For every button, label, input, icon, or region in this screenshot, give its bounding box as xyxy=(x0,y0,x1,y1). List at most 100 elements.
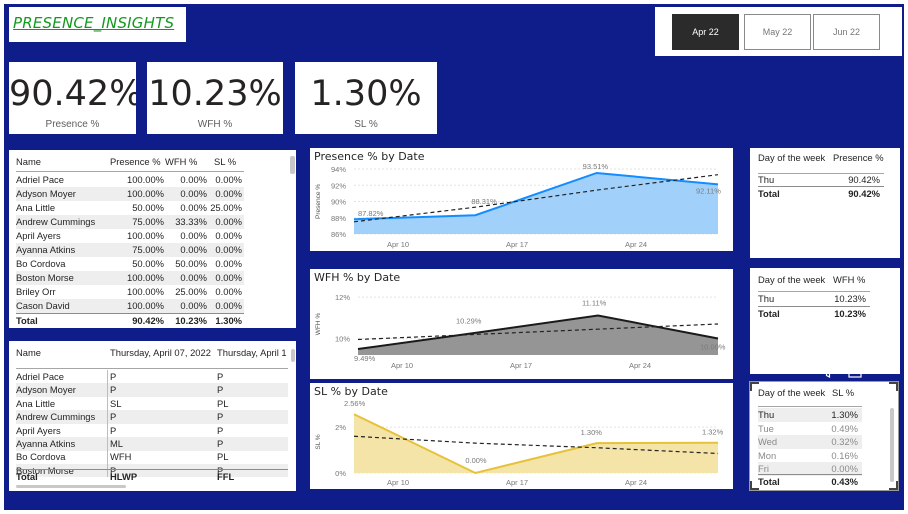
dow-sl-col-day[interactable]: Day of the week xyxy=(758,386,825,400)
matrix-column-date-2[interactable]: Thursday, April 1 xyxy=(217,346,287,360)
column-header-sl[interactable]: SL % xyxy=(214,155,236,169)
dow-sl-total-label: Total xyxy=(758,476,780,487)
matrix-cell-name: Adriel Pace xyxy=(16,371,64,382)
table-row[interactable]: Adyson Moyer 100.00% 0.00% 0.00% xyxy=(16,187,244,201)
x-tick-label: Apr 10 xyxy=(387,478,409,487)
matrix-column-divider xyxy=(107,450,108,464)
dow-sl-value: 1.30% xyxy=(831,409,858,420)
table-row[interactable]: April Ayers 100.00% 0.00% 0.00% xyxy=(16,229,244,243)
data-label: 0.00% xyxy=(465,456,487,465)
matrix-vertical-scrollbar[interactable] xyxy=(291,349,295,362)
more-options-icon[interactable] xyxy=(874,369,890,373)
x-tick-label: Apr 24 xyxy=(625,478,647,487)
cell-sl: 0.00% xyxy=(215,286,242,297)
cell-presence: 100.00% xyxy=(126,188,164,199)
filter-icon[interactable] xyxy=(819,364,837,378)
dow-wfh-table[interactable]: Day of the week WFH % Thu 10.23% Total 1… xyxy=(750,268,900,374)
y-tick-label: 90% xyxy=(331,198,346,207)
matrix-row[interactable]: Adyson Moyer P P xyxy=(16,383,288,397)
cell-wfh: 25.00% xyxy=(175,286,207,297)
table-row[interactable]: Bo Cordova 50.00% 50.00% 0.00% xyxy=(16,257,244,271)
table-scrollbar[interactable] xyxy=(290,156,295,174)
y-tick-label: 92% xyxy=(331,181,346,190)
month-option-jun[interactable]: Jun 22 xyxy=(813,14,880,50)
matrix-row[interactable]: Adriel Pace P P xyxy=(16,370,288,384)
data-label: 10.00% xyxy=(700,342,726,351)
matrix-column-divider xyxy=(107,423,108,438)
kpi-card-presence[interactable]: 90.42% Presence % xyxy=(9,62,136,134)
y-tick-label: 86% xyxy=(331,230,346,239)
matrix-row[interactable]: Ana Little SL PL xyxy=(16,396,288,411)
dow-sl-row[interactable]: Tue 0.49% xyxy=(758,422,862,436)
cell-sl: 0.00% xyxy=(215,258,242,269)
table-row[interactable]: Ayanna Atkins 75.00% 0.00% 0.00% xyxy=(16,243,244,257)
dow-sl-row[interactable]: Wed 0.32% xyxy=(758,435,862,449)
x-tick-label: Apr 17 xyxy=(506,240,528,249)
dow-wfh-col-day[interactable]: Day of the week xyxy=(758,273,825,287)
cell-name: Ana Little xyxy=(16,202,56,213)
cell-name: Adriel Pace xyxy=(16,174,64,185)
dow-sl-value: 0.16% xyxy=(831,449,858,461)
daily-status-matrix[interactable]: Name Thursday, April 07, 2022 Thursday, … xyxy=(9,341,296,491)
person-metrics-table[interactable]: Name Presence % WFH % SL % Adriel Pace 10… xyxy=(9,150,296,328)
matrix-cell-name: April Ayers xyxy=(16,424,61,436)
data-label: 9.49% xyxy=(354,354,376,363)
matrix-cell-date-2: P xyxy=(217,438,224,449)
month-option-apr[interactable]: Apr 22 xyxy=(672,14,739,50)
matrix-column-date-1[interactable]: Thursday, April 07, 2022 xyxy=(110,346,211,360)
dow-sl-col-value[interactable]: SL % xyxy=(832,386,854,400)
matrix-row[interactable]: Bo Cordova WFH PL xyxy=(16,450,288,464)
matrix-row[interactable]: Andrew Cummings P P xyxy=(16,410,288,424)
kpi-value-presence: 90.42% xyxy=(9,74,136,114)
column-header-wfh[interactable]: WFH % xyxy=(165,155,197,169)
table-row[interactable]: Ana Little 50.00% 0.00% 25.00% xyxy=(16,201,244,215)
dow-wfh-col-value[interactable]: WFH % xyxy=(833,273,865,287)
dow-presence-day: Thu xyxy=(758,174,775,185)
focus-mode-icon[interactable] xyxy=(848,363,863,378)
dow-presence-col-value[interactable]: Presence % xyxy=(833,151,884,165)
dow-wfh-day: Thu xyxy=(758,293,775,304)
cell-name: Boston Morse xyxy=(16,272,74,283)
matrix-row[interactable]: April Ayers P P xyxy=(16,423,288,438)
dow-sl-scrollbar[interactable] xyxy=(890,408,894,482)
presence-chart[interactable]: Presence % by Date 86% 88% 90% 92% 94% Presen… xyxy=(310,148,733,251)
matrix-cell-date-1: WFH xyxy=(110,451,132,463)
wfh-chart[interactable]: WFH % by Date 10% 12% WFH % 9.49% 10.29% 11.1… xyxy=(310,269,733,379)
column-header-name[interactable]: Name xyxy=(16,155,41,169)
table-row[interactable]: Andrew Cummings 75.00% 33.33% 0.00% xyxy=(16,215,244,229)
cell-wfh: 0.00% xyxy=(180,230,207,241)
kpi-card-sl[interactable]: 1.30% SL % xyxy=(295,62,437,134)
dow-sl-row[interactable]: Mon 0.16% xyxy=(758,449,862,463)
dow-sl-total-value: 0.43% xyxy=(831,476,858,487)
dow-sl-row[interactable]: Thu 1.30% xyxy=(758,408,862,422)
dow-wfh-total-value: 10.23% xyxy=(834,308,866,319)
wfh-chart-svg: 10% 12% WFH % 9.49% 10.29% 11.11% 10.00% Apr 10… xyxy=(315,293,726,370)
dow-presence-table[interactable]: Day of the week Presence % Thu 90.42% To… xyxy=(750,148,900,258)
dow-presence-row[interactable]: Thu 90.42% xyxy=(758,173,884,187)
cell-name: Briley Orr xyxy=(16,286,56,297)
data-label: 2.56% xyxy=(344,399,366,408)
matrix-cell-date-1: P xyxy=(110,384,117,396)
matrix-cell-date-2: P xyxy=(217,424,224,436)
matrix-column-divider xyxy=(107,437,108,451)
cell-presence: 100.00% xyxy=(126,300,164,311)
dow-sl-value: 0.49% xyxy=(831,422,858,434)
matrix-row[interactable]: Ayanna Atkins ML P xyxy=(16,437,288,451)
dow-presence-col-day[interactable]: Day of the week xyxy=(758,151,825,165)
cell-presence: 100.00% xyxy=(126,286,164,297)
table-row[interactable]: Boston Morse 100.00% 0.00% 0.00% xyxy=(16,271,244,285)
dow-sl-table[interactable]: Day of the week SL % Thu 1.30% Tue 0.49% Wed… xyxy=(749,381,899,491)
column-header-presence[interactable]: Presence % xyxy=(110,155,161,169)
cell-presence: 75.00% xyxy=(132,216,164,227)
matrix-horizontal-scrollbar[interactable] xyxy=(16,485,126,488)
table-row[interactable]: Adriel Pace 100.00% 0.00% 0.00% xyxy=(16,173,244,187)
sl-chart[interactable]: SL % by Date 0% 2% SL % 2.56% 0.00% 1.30% 1.32… xyxy=(310,383,733,489)
table-row[interactable]: Cason David 100.00% 0.00% 0.00% xyxy=(16,299,244,313)
matrix-column-divider xyxy=(107,383,108,397)
kpi-card-wfh[interactable]: 10.23% WFH % xyxy=(147,62,283,134)
dow-wfh-row[interactable]: Thu 10.23% xyxy=(758,292,870,306)
month-option-may[interactable]: May 22 xyxy=(744,14,811,50)
table-row[interactable]: Briley Orr 100.00% 25.00% 0.00% xyxy=(16,285,244,299)
cell-wfh: 0.00% xyxy=(180,174,207,185)
matrix-column-name[interactable]: Name xyxy=(16,346,41,360)
